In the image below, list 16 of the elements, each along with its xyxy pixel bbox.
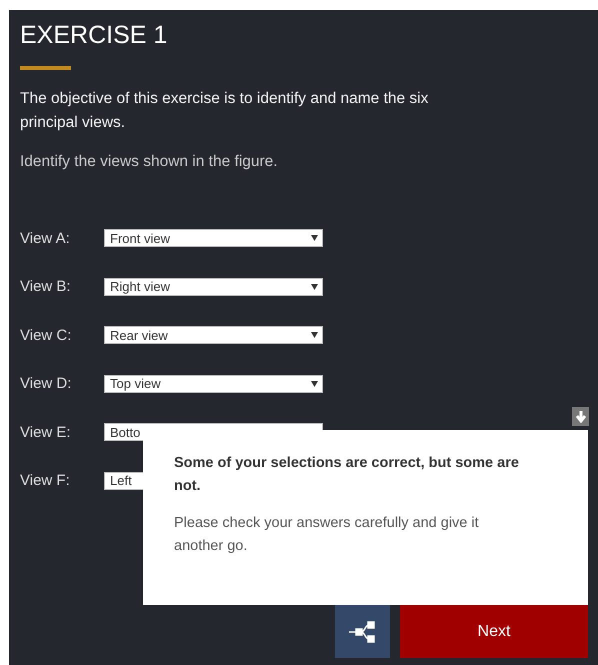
- view-label: View A:: [20, 230, 71, 246]
- exercise-title: EXERCISE 1: [20, 20, 168, 50]
- view-label: View F:: [20, 472, 71, 490]
- view-dropdown[interactable]: Top view: [104, 374, 323, 393]
- view-label: View B:: [20, 278, 72, 296]
- intro-text: The objective of this exercise is to identify and name the six principal views.: [20, 89, 430, 133]
- view-label: View D:: [20, 375, 72, 392]
- view-dropdown[interactable]: Rear view: [104, 326, 323, 344]
- view-dropdown[interactable]: Front view: [104, 229, 323, 247]
- feedback-heading: Some of your selections are correct, but some are not.: [174, 454, 520, 496]
- feedback-message: Please check your answers carefully and give it another go.: [174, 514, 480, 556]
- next-button[interactable]: Next: [400, 605, 588, 658]
- instruction-text: Identify the views shown in the figure.: [20, 153, 279, 171]
- view-dropdown[interactable]: Right view: [104, 278, 323, 296]
- view-label: View E:: [20, 424, 72, 441]
- view-label: View C:: [20, 326, 72, 344]
